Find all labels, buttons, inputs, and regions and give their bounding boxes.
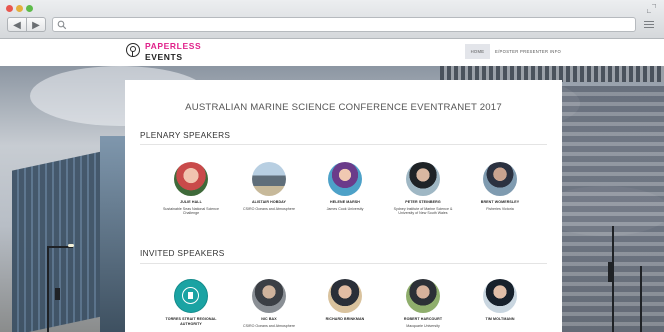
page-title: AUSTRALIAN MARINE SCIENCE CONFERENCE EVE…	[185, 102, 502, 113]
speaker-affiliation: Sydney Institute of Marine Science & Uni…	[393, 206, 453, 216]
speaker-photo[interactable]	[406, 279, 440, 313]
speaker-affiliation: CSIRO Oceans and Atmosphere	[243, 323, 295, 328]
speaker-card[interactable]: BRENT WOMERSLEY Fisheries Victoria	[470, 162, 530, 211]
speaker-name: TORRES STRAIT REGIONAL AUTHORITY	[165, 317, 217, 326]
speaker-affiliation: Macquarie University	[406, 323, 440, 328]
logo-text-paperless: PAPERLESS	[145, 41, 202, 51]
speaker-photo[interactable]	[483, 279, 517, 313]
speaker-card[interactable]: HELENE MARSH James Cook University	[315, 162, 375, 211]
speaker-name: TIM MOLTMANN	[485, 317, 515, 321]
nav-eposter-presenter-info[interactable]: E/POSTER PRESENTER INFO	[495, 44, 561, 59]
browser-toolbar: ◀ ▶	[0, 0, 664, 39]
section-divider	[140, 144, 547, 145]
speaker-name: HELENE MARSH	[330, 200, 360, 204]
section-divider	[140, 263, 547, 264]
speaker-photo[interactable]	[328, 279, 362, 313]
speaker-photo[interactable]	[483, 162, 517, 196]
speaker-card[interactable]: NIC BAX CSIRO Oceans and Atmosphere	[239, 279, 299, 328]
speaker-name: PETER STEINBERG	[405, 200, 441, 204]
speaker-photo[interactable]	[252, 162, 286, 196]
speaker-photo[interactable]	[252, 279, 286, 313]
speaker-affiliation: Fisheries Victoria	[486, 206, 514, 211]
logo-pin-icon	[126, 43, 140, 57]
speaker-name: JULIE HALL	[180, 200, 202, 204]
speaker-name: NIC BAX	[261, 317, 277, 321]
speaker-card[interactable]: ALISTAIR HOBDAY CSIRO Oceans and Atmosph…	[239, 162, 299, 211]
speaker-photo[interactable]	[406, 162, 440, 196]
speaker-photo[interactable]	[328, 162, 362, 196]
invited-speakers-heading: INVITED SPEAKERS	[140, 248, 225, 258]
speaker-affiliation: CSIRO Oceans and Atmosphere	[243, 206, 295, 211]
close-window-dot[interactable]	[6, 5, 13, 12]
plenary-speakers-heading: PLENARY SPEAKERS	[140, 130, 231, 140]
speaker-photo[interactable]	[174, 162, 208, 196]
minimize-window-dot[interactable]	[16, 5, 23, 12]
speaker-name: BRENT WOMERSLEY	[480, 200, 520, 204]
tsra-logo-photo[interactable]	[174, 279, 208, 313]
speaker-name: ROBERT HARCOURT	[403, 317, 443, 321]
speaker-affiliation: James Cook University	[326, 206, 364, 211]
search-icon	[57, 20, 67, 30]
address-bar[interactable]	[52, 17, 636, 32]
forward-button[interactable]: ▶	[26, 17, 46, 32]
back-button[interactable]: ◀	[7, 17, 27, 32]
speaker-affiliation: Sustainable Seas National Science Challe…	[163, 206, 219, 216]
nav-home[interactable]: HOME	[465, 44, 490, 59]
speaker-card[interactable]: ROBERT HARCOURT Macquarie University	[393, 279, 453, 328]
content-card: AUSTRALIAN MARINE SCIENCE CONFERENCE EVE…	[125, 80, 562, 332]
site-header: PAPERLESS EVENTS HOME E/POSTER PRESENTER…	[0, 39, 664, 67]
maximize-window-dot[interactable]	[26, 5, 33, 12]
logo-text-events: EVENTS	[145, 52, 183, 62]
speaker-card[interactable]: PETER STEINBERG Sydney Institute of Mari…	[393, 162, 453, 216]
fullscreen-icon[interactable]	[647, 4, 656, 13]
speaker-card[interactable]: TIM MOLTMANN	[470, 279, 530, 324]
speaker-card[interactable]: JULIE HALL Sustainable Seas National Sci…	[161, 162, 221, 216]
speaker-card[interactable]: RICHARD BRINKMAN	[315, 279, 375, 324]
speaker-name: RICHARD BRINKMAN	[325, 317, 365, 321]
speaker-card[interactable]: TORRES STRAIT REGIONAL AUTHORITY	[161, 279, 221, 328]
speaker-name: ALISTAIR HOBDAY	[251, 200, 287, 204]
menu-icon[interactable]	[644, 21, 654, 30]
